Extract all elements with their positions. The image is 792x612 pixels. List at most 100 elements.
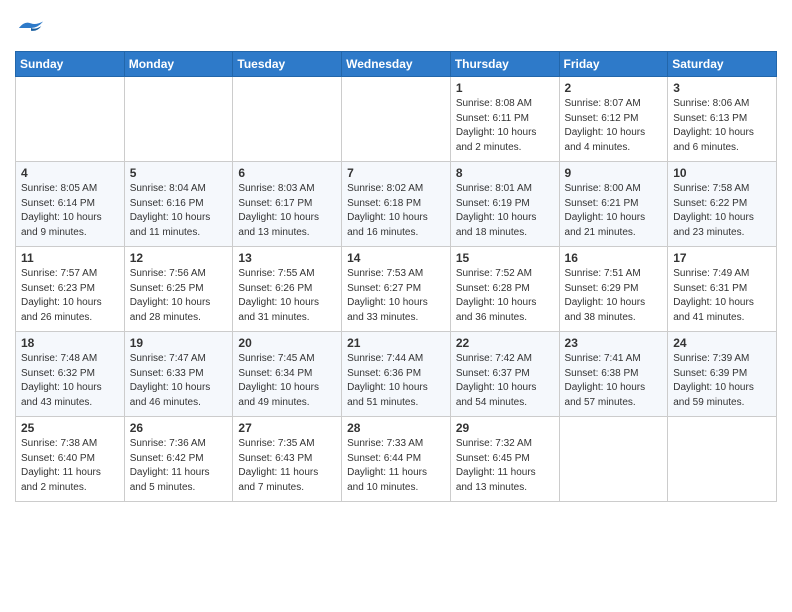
calendar-cell: 6Sunrise: 8:03 AM Sunset: 6:17 PM Daylig… [233,162,342,247]
calendar-week-row: 1 Sunrise: 8:08 AM Sunset: 6:11 PM Daylig… [16,77,777,162]
header-cell-thursday: Thursday [450,52,559,77]
day-info: Sunrise: 7:44 AM Sunset: 6:36 PM Dayligh… [347,352,445,410]
day-number: 5 [130,166,228,180]
calendar-cell: 10Sunrise: 7:58 AM Sunset: 6:22 PM Dayli… [668,162,777,247]
calendar-cell: 4 Sunrise: 8:05 AM Sunset: 6:14 PM Daylig… [16,162,125,247]
day-number: 10 [673,166,771,180]
header-cell-saturday: Saturday [668,52,777,77]
calendar-cell: 14Sunrise: 7:53 AM Sunset: 6:27 PM Dayli… [342,247,451,332]
day-number: 16 [565,251,663,265]
header-cell-tuesday: Tuesday [233,52,342,77]
day-info: Sunrise: 7:33 AM Sunset: 6:44 PM Dayligh… [347,437,445,495]
day-number: 19 [130,336,228,350]
day-info: Sunrise: 7:35 AM Sunset: 6:43 PM Dayligh… [238,437,336,495]
calendar-cell [16,77,125,162]
calendar-week-row: 4 Sunrise: 8:05 AM Sunset: 6:14 PM Daylig… [16,162,777,247]
header-cell-friday: Friday [559,52,668,77]
calendar-cell: 12 Sunrise: 7:56 AM Sunset: 6:25 PM Dayli… [124,247,233,332]
day-info: Sunrise: 8:07 AM Sunset: 6:12 PM Dayligh… [565,97,663,155]
day-number: 8 [456,166,554,180]
day-info: Sunrise: 7:36 AM Sunset: 6:42 PM Dayligh… [130,437,228,495]
day-number: 1 [456,81,554,95]
calendar-cell: 11 Sunrise: 7:57 AM Sunset: 6:23 PM Dayli… [16,247,125,332]
day-number: 11 [21,251,119,265]
header-cell-sunday: Sunday [16,52,125,77]
calendar-cell: 24 Sunrise: 7:39 AM Sunset: 6:39 PM Dayli… [668,332,777,417]
day-info: Sunrise: 7:45 AM Sunset: 6:34 PM Dayligh… [238,352,336,410]
day-info: Sunrise: 7:47 AM Sunset: 6:33 PM Dayligh… [130,352,228,410]
day-number: 3 [673,81,771,95]
calendar-cell: 5 Sunrise: 8:04 AM Sunset: 6:16 PM Daylig… [124,162,233,247]
calendar-cell: 9 Sunrise: 8:00 AM Sunset: 6:21 PM Daylig… [559,162,668,247]
calendar-cell: 13 Sunrise: 7:55 AM Sunset: 6:26 PM Dayli… [233,247,342,332]
header-cell-monday: Monday [124,52,233,77]
day-number: 15 [456,251,554,265]
calendar-cell: 28 Sunrise: 7:33 AM Sunset: 6:44 PM Dayli… [342,417,451,502]
calendar-cell: 17 Sunrise: 7:49 AM Sunset: 6:31 PM Dayli… [668,247,777,332]
day-number: 17 [673,251,771,265]
day-number: 18 [21,336,119,350]
calendar-cell [124,77,233,162]
day-info: Sunrise: 7:32 AM Sunset: 6:45 PM Dayligh… [456,437,554,495]
day-number: 29 [456,421,554,435]
day-number: 2 [565,81,663,95]
calendar-header: SundayMondayTuesdayWednesdayThursdayFrid… [16,52,777,77]
day-info: Sunrise: 7:48 AM Sunset: 6:32 PM Dayligh… [21,352,119,410]
calendar-cell: 8Sunrise: 8:01 AM Sunset: 6:19 PM Daylig… [450,162,559,247]
day-number: 23 [565,336,663,350]
day-number: 22 [456,336,554,350]
calendar-cell: 29 Sunrise: 7:32 AM Sunset: 6:45 PM Dayli… [450,417,559,502]
calendar-cell [342,77,451,162]
logo [15,18,45,43]
day-number: 27 [238,421,336,435]
calendar-cell: 15 Sunrise: 7:52 AM Sunset: 6:28 PM Dayli… [450,247,559,332]
calendar-week-row: 18 Sunrise: 7:48 AM Sunset: 6:32 PM Dayli… [16,332,777,417]
day-info: Sunrise: 7:51 AM Sunset: 6:29 PM Dayligh… [565,267,663,325]
day-number: 28 [347,421,445,435]
day-info: Sunrise: 7:39 AM Sunset: 6:39 PM Dayligh… [673,352,771,410]
day-number: 13 [238,251,336,265]
day-info: Sunrise: 7:42 AM Sunset: 6:37 PM Dayligh… [456,352,554,410]
calendar-cell: 22 Sunrise: 7:42 AM Sunset: 6:37 PM Dayli… [450,332,559,417]
calendar-body: 1 Sunrise: 8:08 AM Sunset: 6:11 PM Daylig… [16,77,777,502]
calendar-cell: 20 Sunrise: 7:45 AM Sunset: 6:34 PM Dayli… [233,332,342,417]
day-info: Sunrise: 8:02 AM Sunset: 6:18 PM Dayligh… [347,182,445,240]
calendar-cell: 1 Sunrise: 8:08 AM Sunset: 6:11 PM Daylig… [450,77,559,162]
calendar-table: SundayMondayTuesdayWednesdayThursdayFrid… [15,51,777,502]
day-info: Sunrise: 8:05 AM Sunset: 6:14 PM Dayligh… [21,182,119,240]
day-info: Sunrise: 7:56 AM Sunset: 6:25 PM Dayligh… [130,267,228,325]
day-info: Sunrise: 7:57 AM Sunset: 6:23 PM Dayligh… [21,267,119,325]
day-info: Sunrise: 7:55 AM Sunset: 6:26 PM Dayligh… [238,267,336,325]
calendar-cell [668,417,777,502]
calendar-cell: 3 Sunrise: 8:06 AM Sunset: 6:13 PM Daylig… [668,77,777,162]
calendar-cell: 25 Sunrise: 7:38 AM Sunset: 6:40 PM Dayli… [16,417,125,502]
day-number: 24 [673,336,771,350]
day-number: 12 [130,251,228,265]
day-number: 9 [565,166,663,180]
calendar-week-row: 25 Sunrise: 7:38 AM Sunset: 6:40 PM Dayli… [16,417,777,502]
day-number: 26 [130,421,228,435]
day-info: Sunrise: 7:49 AM Sunset: 6:31 PM Dayligh… [673,267,771,325]
day-info: Sunrise: 7:52 AM Sunset: 6:28 PM Dayligh… [456,267,554,325]
calendar-cell: 26 Sunrise: 7:36 AM Sunset: 6:42 PM Dayli… [124,417,233,502]
calendar-cell [559,417,668,502]
day-info: Sunrise: 8:04 AM Sunset: 6:16 PM Dayligh… [130,182,228,240]
day-number: 4 [21,166,119,180]
calendar-cell: 18 Sunrise: 7:48 AM Sunset: 6:32 PM Dayli… [16,332,125,417]
header-cell-wednesday: Wednesday [342,52,451,77]
calendar-cell: 27 Sunrise: 7:35 AM Sunset: 6:43 PM Dayli… [233,417,342,502]
day-number: 21 [347,336,445,350]
day-info: Sunrise: 8:06 AM Sunset: 6:13 PM Dayligh… [673,97,771,155]
calendar-cell: 16 Sunrise: 7:51 AM Sunset: 6:29 PM Dayli… [559,247,668,332]
day-number: 14 [347,251,445,265]
calendar-cell [233,77,342,162]
day-info: Sunrise: 8:00 AM Sunset: 6:21 PM Dayligh… [565,182,663,240]
calendar-cell: 19 Sunrise: 7:47 AM Sunset: 6:33 PM Dayli… [124,332,233,417]
header-row: SundayMondayTuesdayWednesdayThursdayFrid… [16,52,777,77]
day-info: Sunrise: 7:41 AM Sunset: 6:38 PM Dayligh… [565,352,663,410]
day-number: 25 [21,421,119,435]
day-info: Sunrise: 7:38 AM Sunset: 6:40 PM Dayligh… [21,437,119,495]
day-info: Sunrise: 8:03 AM Sunset: 6:17 PM Dayligh… [238,182,336,240]
day-info: Sunrise: 8:08 AM Sunset: 6:11 PM Dayligh… [456,97,554,155]
day-number: 20 [238,336,336,350]
